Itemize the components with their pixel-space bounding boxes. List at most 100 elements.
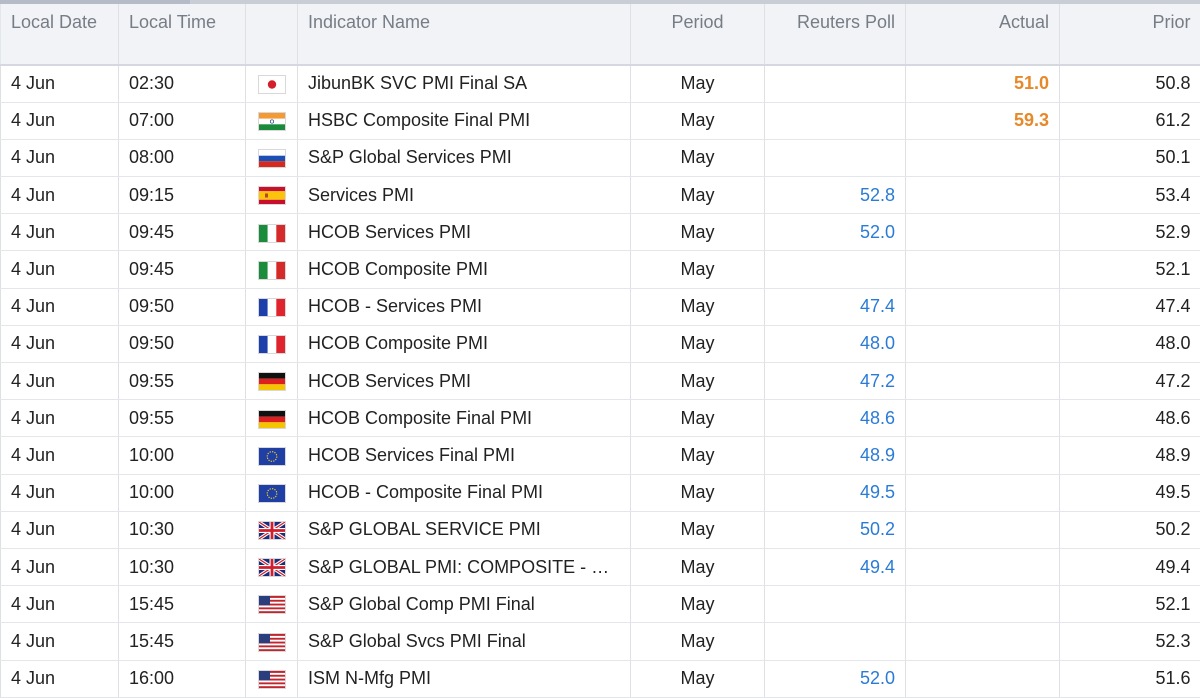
cell-indicator-name: HCOB - Services PMI (298, 288, 631, 325)
table-row[interactable]: 4 Jun09:55HCOB Composite Final PMIMay48.… (1, 400, 1200, 437)
cell-local-date: 4 Jun (1, 139, 119, 176)
uk-flag-icon (258, 558, 286, 577)
cell-local-time: 09:55 (119, 363, 246, 400)
cell-period: May (631, 363, 765, 400)
usa-flag-icon (258, 670, 286, 689)
india-flag-icon (258, 112, 286, 131)
cell-prior: 48.6 (1060, 400, 1200, 437)
cell-period: May (631, 660, 765, 697)
table-row[interactable]: 4 Jun09:45HCOB Services PMIMay52.052.9 (1, 214, 1200, 251)
cell-local-date: 4 Jun (1, 214, 119, 251)
table-row[interactable]: 4 Jun09:50HCOB - Services PMIMay47.447.4 (1, 288, 1200, 325)
cell-actual (906, 363, 1060, 400)
table-row[interactable]: 4 Jun10:00HCOB Services Final PMIMay48.9… (1, 437, 1200, 474)
table-row[interactable]: 4 Jun10:30S&P GLOBAL PMI: COMPOSITE - O.… (1, 548, 1200, 585)
cell-local-time: 09:45 (119, 251, 246, 288)
cell-indicator-name: HCOB Composite PMI (298, 325, 631, 362)
cell-period: May (631, 437, 765, 474)
column-header-local-time[interactable]: Local Time (119, 4, 246, 65)
cell-reuters-poll: 48.9 (765, 437, 906, 474)
uk-flag-icon (258, 521, 286, 540)
cell-local-date: 4 Jun (1, 474, 119, 511)
column-header-flag (246, 4, 298, 65)
cell-actual (906, 325, 1060, 362)
cell-period: May (631, 102, 765, 139)
cell-prior: 52.1 (1060, 586, 1200, 623)
cell-period: May (631, 400, 765, 437)
cell-actual (906, 177, 1060, 214)
column-header-prior[interactable]: Prior (1060, 4, 1200, 65)
cell-flag (246, 363, 298, 400)
cell-local-date: 4 Jun (1, 586, 119, 623)
cell-actual (906, 437, 1060, 474)
column-header-actual[interactable]: Actual (906, 4, 1060, 65)
cell-reuters-poll (765, 102, 906, 139)
table-row[interactable]: 4 Jun10:30S&P GLOBAL SERVICE PMIMay50.25… (1, 511, 1200, 548)
cell-flag (246, 660, 298, 697)
cell-local-date: 4 Jun (1, 177, 119, 214)
cell-period: May (631, 288, 765, 325)
table-row[interactable]: 4 Jun02:30JibunBK SVC PMI Final SAMay51.… (1, 65, 1200, 102)
column-header-reuters-poll[interactable]: Reuters Poll (765, 4, 906, 65)
cell-reuters-poll: 52.0 (765, 214, 906, 251)
cell-period: May (631, 548, 765, 585)
table-row[interactable]: 4 Jun16:00ISM N-Mfg PMIMay52.051.6 (1, 660, 1200, 697)
cell-flag (246, 623, 298, 660)
cell-local-time: 09:45 (119, 214, 246, 251)
cell-flag (246, 511, 298, 548)
table-row[interactable]: 4 Jun15:45S&P Global Svcs PMI FinalMay52… (1, 623, 1200, 660)
table-row[interactable]: 4 Jun09:50HCOB Composite PMIMay48.048.0 (1, 325, 1200, 362)
column-header-local-date[interactable]: Local Date (1, 4, 119, 65)
cell-indicator-name: ISM N-Mfg PMI (298, 660, 631, 697)
cell-flag (246, 548, 298, 585)
table-row[interactable]: 4 Jun10:00HCOB - Composite Final PMIMay4… (1, 474, 1200, 511)
cell-indicator-name: Services PMI (298, 177, 631, 214)
cell-flag (246, 400, 298, 437)
cell-flag (246, 214, 298, 251)
cell-indicator-name: S&P GLOBAL PMI: COMPOSITE - O... (298, 548, 631, 585)
italy-flag-icon (258, 224, 286, 243)
table-row[interactable]: 4 Jun09:15Services PMIMay52.853.4 (1, 177, 1200, 214)
cell-indicator-name: S&P GLOBAL SERVICE PMI (298, 511, 631, 548)
usa-flag-icon (258, 595, 286, 614)
cell-period: May (631, 251, 765, 288)
header-row: Local Date Local Time Indicator Name Per… (1, 4, 1200, 65)
cell-local-time: 09:50 (119, 288, 246, 325)
cell-local-time: 09:55 (119, 400, 246, 437)
cell-prior: 52.3 (1060, 623, 1200, 660)
france-flag-icon (258, 335, 286, 354)
cell-indicator-name: HCOB Services Final PMI (298, 437, 631, 474)
table-row[interactable]: 4 Jun15:45S&P Global Comp PMI FinalMay52… (1, 586, 1200, 623)
cell-indicator-name: S&P Global Services PMI (298, 139, 631, 176)
table-row[interactable]: 4 Jun09:55HCOB Services PMIMay47.247.2 (1, 363, 1200, 400)
cell-flag (246, 437, 298, 474)
cell-local-time: 08:00 (119, 139, 246, 176)
cell-reuters-poll: 52.8 (765, 177, 906, 214)
table-row[interactable]: 4 Jun08:00S&P Global Services PMIMay50.1 (1, 139, 1200, 176)
column-header-indicator-name[interactable]: Indicator Name (298, 4, 631, 65)
cell-prior: 51.6 (1060, 660, 1200, 697)
cell-flag (246, 139, 298, 176)
cell-flag (246, 474, 298, 511)
table-row[interactable]: 4 Jun09:45HCOB Composite PMIMay52.1 (1, 251, 1200, 288)
cell-prior: 47.4 (1060, 288, 1200, 325)
cell-flag (246, 586, 298, 623)
italy-flag-icon (258, 261, 286, 280)
germany-flag-icon (258, 372, 286, 391)
cell-local-date: 4 Jun (1, 400, 119, 437)
column-header-period[interactable]: Period (631, 4, 765, 65)
cell-flag (246, 65, 298, 102)
cell-indicator-name: S&P Global Svcs PMI Final (298, 623, 631, 660)
cell-local-time: 15:45 (119, 586, 246, 623)
table-row[interactable]: 4 Jun07:00HSBC Composite Final PMIMay59.… (1, 102, 1200, 139)
cell-flag (246, 177, 298, 214)
cell-actual (906, 288, 1060, 325)
cell-period: May (631, 325, 765, 362)
russia-flag-icon (258, 149, 286, 168)
cell-flag (246, 102, 298, 139)
cell-actual: 59.3 (906, 102, 1060, 139)
cell-actual (906, 660, 1060, 697)
cell-period: May (631, 139, 765, 176)
cell-flag (246, 251, 298, 288)
cell-indicator-name: S&P Global Comp PMI Final (298, 586, 631, 623)
